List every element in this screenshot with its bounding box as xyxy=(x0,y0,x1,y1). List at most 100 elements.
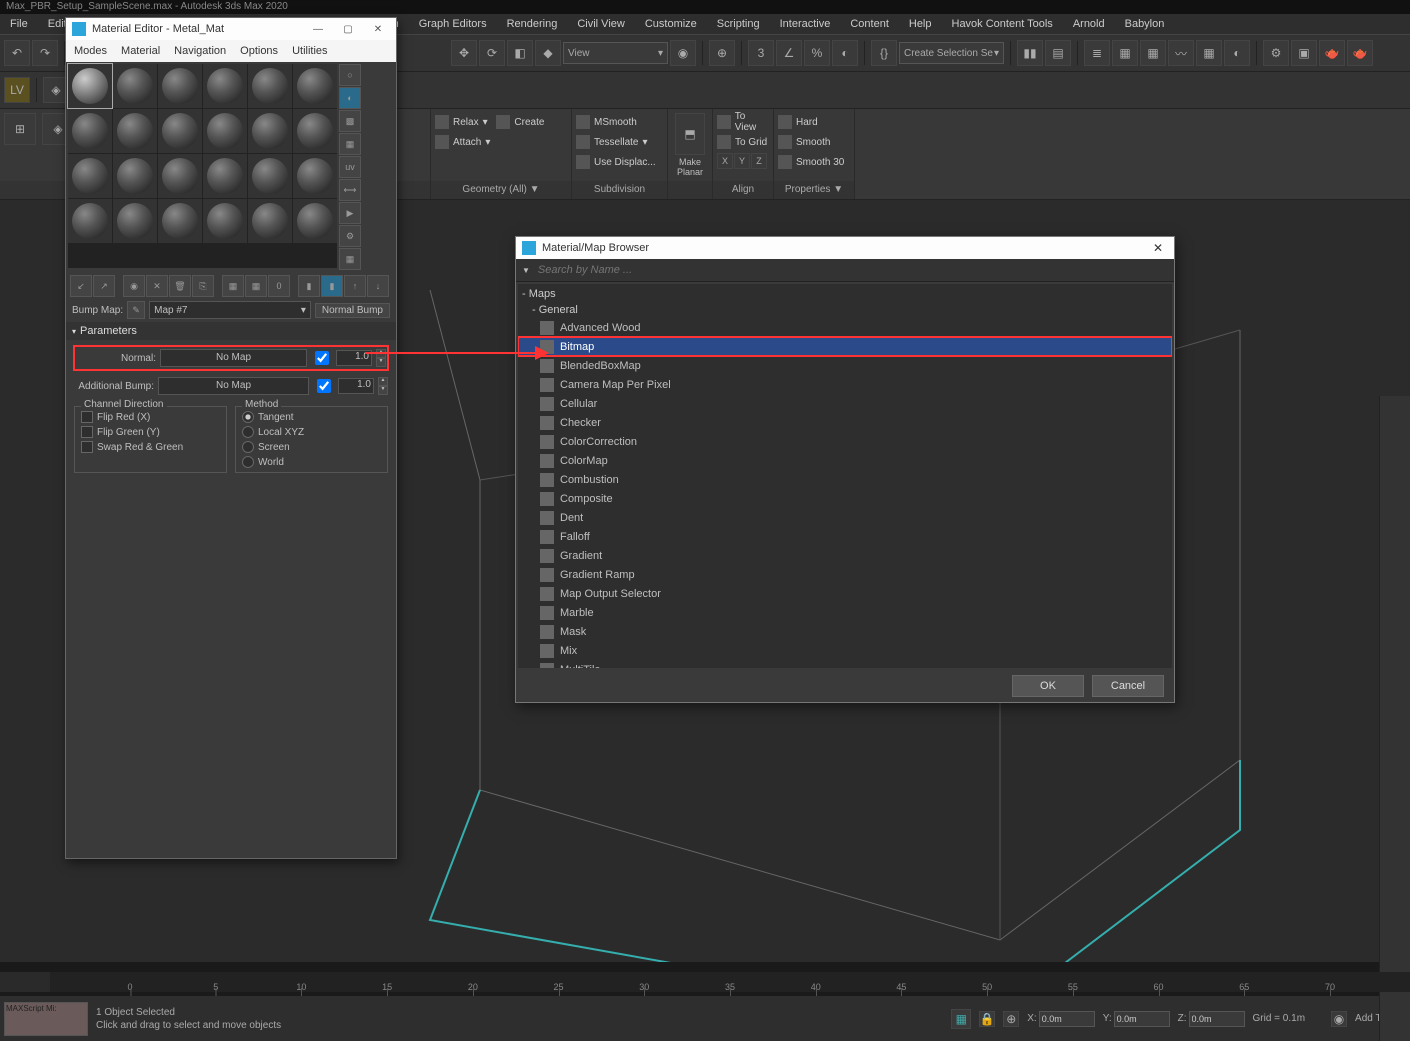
sample-slot-17[interactable] xyxy=(293,154,337,198)
map-item-blendedboxmap[interactable]: BlendedBoxMap xyxy=(518,356,1172,375)
y-field[interactable] xyxy=(1114,1011,1170,1027)
del-mat-icon[interactable]: 🗑 xyxy=(169,275,191,297)
tangent-radio[interactable]: Tangent xyxy=(242,411,381,423)
matmenu-navigation[interactable]: Navigation xyxy=(170,43,230,59)
normal-bump-button[interactable]: Normal Bump xyxy=(315,303,390,318)
pick-icon[interactable]: ✎ xyxy=(127,301,145,319)
show-shaded-icon[interactable]: ▦ xyxy=(222,275,244,297)
addbump-enable-check[interactable] xyxy=(317,379,331,393)
sample-slot-2[interactable] xyxy=(158,64,202,108)
reset-mat-icon[interactable]: ✕ xyxy=(146,275,168,297)
menu-graph-editors[interactable]: Graph Editors xyxy=(413,16,493,32)
place-button[interactable]: ◆ xyxy=(535,40,561,66)
menu-customize[interactable]: Customize xyxy=(639,16,703,32)
menu-arnold[interactable]: Arnold xyxy=(1067,16,1111,32)
map-item-gradient[interactable]: Gradient xyxy=(518,546,1172,565)
timeline[interactable]: 0510152025303540455055606570 xyxy=(50,972,1410,992)
sample-scale-icon[interactable]: ⟷ xyxy=(339,179,361,201)
matmenu-options[interactable]: Options xyxy=(236,43,282,59)
close-button[interactable]: ✕ xyxy=(1148,239,1168,257)
flip-red-check[interactable]: Flip Red (X) xyxy=(81,411,220,423)
namedsel-button[interactable]: {} xyxy=(871,40,897,66)
map-item-checker[interactable]: Checker xyxy=(518,413,1172,432)
menu-babylon[interactable]: Babylon xyxy=(1119,16,1171,32)
rotate-button[interactable]: ⟳ xyxy=(479,40,505,66)
attach-button[interactable]: Attach ▾ xyxy=(435,133,490,151)
maps-category[interactable]: Maps xyxy=(518,286,1172,302)
sample-slot-16[interactable] xyxy=(248,154,292,198)
sample-slot-22[interactable] xyxy=(248,199,292,243)
matedit-button[interactable]: ◐ xyxy=(1224,40,1250,66)
sceneexp-button[interactable]: ▦ xyxy=(1112,40,1138,66)
material-editor-titlebar[interactable]: Material Editor - Metal_Mat — ▢ ✕ xyxy=(66,18,396,40)
togrid-button[interactable]: To Grid xyxy=(717,133,769,151)
generate-topo-button[interactable]: ⊞ xyxy=(4,113,36,145)
map-browser-titlebar[interactable]: Material/Map Browser ✕ xyxy=(516,237,1174,259)
sample-grid-icon[interactable]: ▩ xyxy=(339,110,361,132)
globe-icon[interactable]: ⊕ xyxy=(1003,1011,1019,1027)
nav3-icon[interactable]: ↑ xyxy=(344,275,366,297)
sample-video-icon[interactable]: ▶ xyxy=(339,202,361,224)
sample-light-icon[interactable]: ▦ xyxy=(339,133,361,155)
zero-icon[interactable]: 0 xyxy=(268,275,290,297)
renderlast-button[interactable]: 🫖 xyxy=(1347,40,1373,66)
sample-slot-7[interactable] xyxy=(113,109,157,153)
cancel-button[interactable]: Cancel xyxy=(1092,675,1164,697)
menu-help[interactable]: Help xyxy=(903,16,938,32)
toview-button[interactable]: To View xyxy=(717,113,769,131)
map-item-dent[interactable]: Dent xyxy=(518,508,1172,527)
smooth-button[interactable]: Smooth xyxy=(778,133,844,151)
menu-file[interactable]: File xyxy=(4,16,34,32)
menu-content[interactable]: Content xyxy=(844,16,895,32)
sample-slot-8[interactable] xyxy=(158,109,202,153)
align-button[interactable]: ▤ xyxy=(1045,40,1071,66)
sample-slot-0[interactable] xyxy=(68,64,112,108)
msmooth-button[interactable]: MSmooth xyxy=(576,113,656,131)
rendersetup-button[interactable]: ⚙ xyxy=(1263,40,1289,66)
minimize-button[interactable]: — xyxy=(306,20,330,38)
map-item-mask[interactable]: Mask xyxy=(518,622,1172,641)
map-item-multitile[interactable]: MultiTile xyxy=(518,660,1172,668)
screen-radio[interactable]: Screen xyxy=(242,441,381,453)
clone-mat-icon[interactable]: ⎘ xyxy=(192,275,214,297)
map-item-map-output-selector[interactable]: Map Output Selector xyxy=(518,584,1172,603)
flip-green-check[interactable]: Flip Green (Y) xyxy=(81,426,220,438)
menu-interactive[interactable]: Interactive xyxy=(774,16,837,32)
sample-slot-19[interactable] xyxy=(113,199,157,243)
matmenu-modes[interactable]: Modes xyxy=(70,43,111,59)
map-item-composite[interactable]: Composite xyxy=(518,489,1172,508)
ok-button[interactable]: OK xyxy=(1012,675,1084,697)
pctsnap-button[interactable]: % xyxy=(804,40,830,66)
normal-enable-check[interactable] xyxy=(315,351,329,365)
search-opts-icon[interactable]: ▼ xyxy=(522,266,530,275)
curveed-button[interactable]: 〰 xyxy=(1168,40,1194,66)
lv-button[interactable]: LV xyxy=(4,77,30,103)
sample-slots[interactable] xyxy=(68,64,337,268)
makeplanar-button[interactable]: ⬒ xyxy=(675,113,705,155)
snap-button[interactable]: 3 xyxy=(748,40,774,66)
world-radio[interactable]: World xyxy=(242,456,381,468)
normal-map-button[interactable]: No Map xyxy=(160,349,307,367)
sample-count-icon[interactable]: ▦ xyxy=(339,248,361,270)
sample-slot-11[interactable] xyxy=(293,109,337,153)
map-item-colorcorrection[interactable]: ColorCorrection xyxy=(518,432,1172,451)
sample-slot-13[interactable] xyxy=(113,154,157,198)
smooth30-button[interactable]: Smooth 30 xyxy=(778,153,844,171)
sample-type-icon[interactable]: ○ xyxy=(339,64,361,86)
localxyz-radio[interactable]: Local XYZ xyxy=(242,426,381,438)
map-name-field[interactable]: Map #7▾ xyxy=(149,301,311,319)
relax-button[interactable]: Relax ▾ xyxy=(435,113,490,131)
parameters-rollout[interactable]: Parameters xyxy=(66,322,396,340)
lock-icon[interactable]: 🔒 xyxy=(979,1011,995,1027)
layers-button[interactable]: ≣ xyxy=(1084,40,1110,66)
matmenu-material[interactable]: Material xyxy=(117,43,164,59)
sample-slot-4[interactable] xyxy=(248,64,292,108)
map-item-cellular[interactable]: Cellular xyxy=(518,394,1172,413)
map-item-falloff[interactable]: Falloff xyxy=(518,527,1172,546)
map-item-combustion[interactable]: Combustion xyxy=(518,470,1172,489)
get-mat-icon[interactable]: ↙ xyxy=(70,275,92,297)
nav2-icon[interactable]: ▮ xyxy=(321,275,343,297)
map-item-camera-map-per-pixel[interactable]: Camera Map Per Pixel xyxy=(518,375,1172,394)
nav4-icon[interactable]: ↓ xyxy=(367,275,389,297)
selection-set-dropdown[interactable]: Create Selection Se xyxy=(899,42,1004,64)
